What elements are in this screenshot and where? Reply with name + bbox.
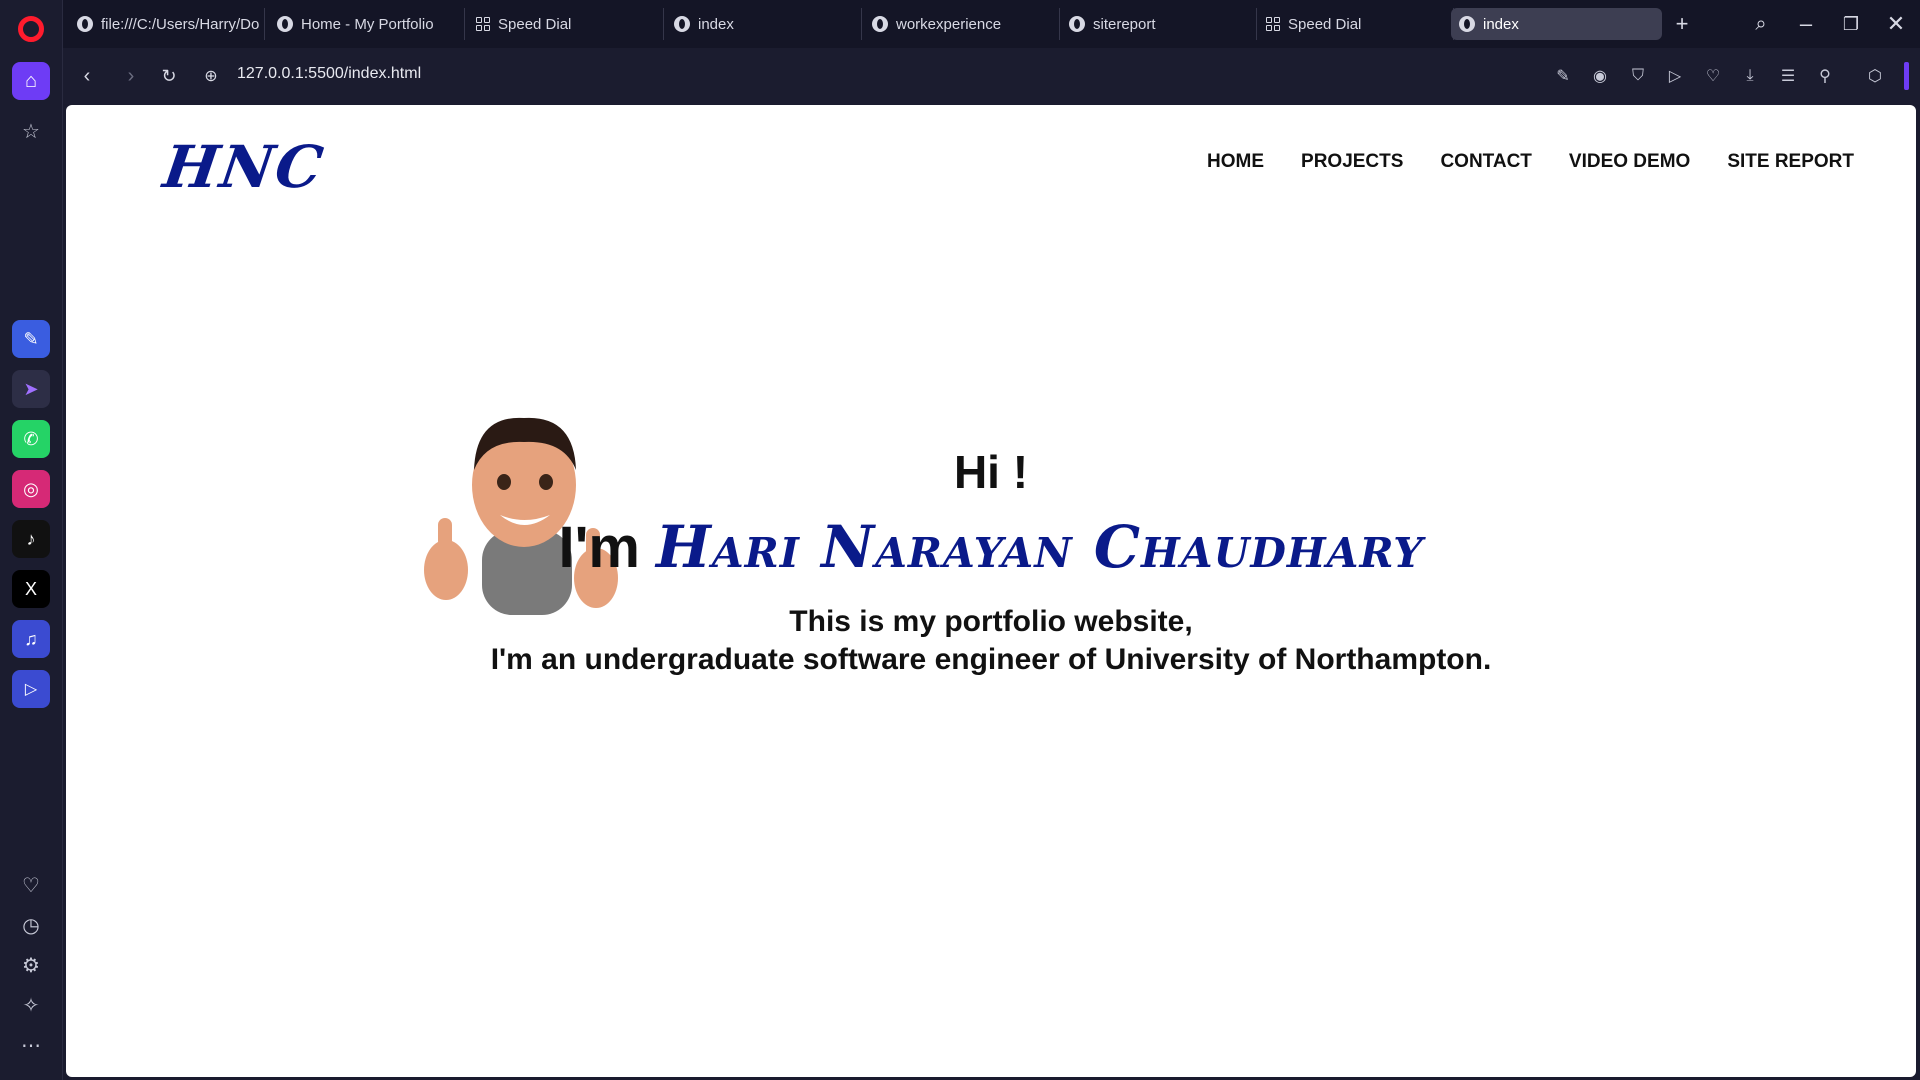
close-icon[interactable]: ✕: [1881, 10, 1911, 38]
tab-speed-dial[interactable]: Speed Dial: [468, 8, 664, 40]
intro-heading: I'm Hari Narayan Chaudhary: [66, 513, 1916, 581]
music-player-icon[interactable]: ♫: [12, 620, 50, 658]
tab-sitereport[interactable]: sitereport: [1061, 8, 1257, 40]
history-icon[interactable]: ◷: [12, 906, 50, 944]
globe-icon: [77, 16, 93, 32]
url-field[interactable]: 127.0.0.1:5500/index.html: [237, 65, 421, 83]
tab-label: sitereport: [1093, 15, 1156, 33]
description-line-1: This is my portfolio website,: [789, 605, 1193, 638]
site-logo[interactable]: HNC: [159, 133, 329, 201]
sidebar-toggle[interactable]: [1904, 62, 1909, 90]
tab-index-active[interactable]: index: [1451, 8, 1662, 40]
tab-label: Home - My Portfolio: [301, 15, 434, 33]
nav-contact[interactable]: CONTACT: [1440, 151, 1531, 173]
greeting-heading: Hi !: [953, 446, 1029, 498]
x-twitter-icon[interactable]: X: [12, 570, 50, 608]
camera-icon[interactable]: ◉: [1588, 64, 1612, 88]
download-icon[interactable]: ⤓: [1738, 64, 1762, 88]
profile-icon[interactable]: ⚲: [1813, 64, 1837, 88]
hero-section: Hi ! I'm Hari Narayan Chaudhary This is …: [66, 445, 1916, 679]
owner-name: Hari Narayan Chaudhary: [656, 513, 1424, 581]
instagram-icon[interactable]: ◎: [12, 470, 50, 508]
tab-label: index: [698, 15, 734, 33]
globe-icon: [872, 16, 888, 32]
easy-setup-icon[interactable]: ☰: [1776, 64, 1800, 88]
aria-app-icon[interactable]: ✎: [12, 320, 50, 358]
globe-icon: [277, 16, 293, 32]
description-line-2: I'm an undergraduate software engineer o…: [490, 643, 1492, 676]
page-viewport: HNC HOME PROJECTS CONTACT VIDEO DEMO SIT…: [66, 105, 1916, 1077]
lightbulb-icon[interactable]: ✧: [12, 986, 50, 1024]
nav-site-report[interactable]: SITE REPORT: [1727, 151, 1854, 173]
nav-video-demo[interactable]: VIDEO DEMO: [1569, 151, 1690, 173]
tab-label: file:///C:/Users/Harry/Do: [101, 15, 260, 33]
nav-projects[interactable]: PROJECTS: [1301, 151, 1403, 173]
tab-bar: file:///C:/Users/Harry/Do Home - My Port…: [63, 0, 1920, 48]
globe-icon: [1459, 16, 1475, 32]
more-icon[interactable]: ⋯: [12, 1026, 50, 1064]
globe-icon: [674, 16, 690, 32]
new-tab-icon[interactable]: +: [1667, 10, 1697, 38]
search-icon[interactable]: ⌕: [1746, 10, 1776, 38]
address-bar: ‹ › ↻ ⊕ 127.0.0.1:5500/index.html ✎ ◉ ⛉ …: [63, 48, 1920, 104]
minimize-icon[interactable]: –: [1791, 10, 1821, 38]
play-icon[interactable]: ▷: [1663, 64, 1687, 88]
intro-prefix: I'm: [558, 515, 657, 580]
site-info-icon[interactable]: ⊕: [197, 62, 225, 90]
tiktok-icon[interactable]: ♪: [12, 520, 50, 558]
tab-label: workexperience: [896, 15, 1002, 33]
tab-home-portfolio[interactable]: Home - My Portfolio: [269, 8, 465, 40]
site-nav: HOME PROJECTS CONTACT VIDEO DEMO SITE RE…: [1207, 151, 1854, 173]
globe-icon: [1069, 16, 1085, 32]
intro-description: This is my portfolio website, I'm an und…: [66, 603, 1916, 679]
tab-speed-dial-2[interactable]: Speed Dial: [1258, 8, 1454, 40]
settings-icon[interactable]: ⚙: [12, 946, 50, 984]
tab-label: Speed Dial: [1288, 15, 1362, 33]
browser-sidebar: ⌂ ☆ ✎ ➤ ✆ ◎ ♪ X ♫ ▷ ♡ ◷ ⚙ ✧ ⋯: [0, 0, 63, 1080]
tab-label: index: [1483, 15, 1519, 33]
snap-edit-icon[interactable]: ✎: [1551, 64, 1575, 88]
extensions-icon[interactable]: ⬡: [1863, 64, 1887, 88]
speed-dial-icon: [476, 17, 490, 31]
back-icon[interactable]: ‹: [73, 62, 101, 90]
whatsapp-icon[interactable]: ✆: [12, 420, 50, 458]
restore-icon[interactable]: ❐: [1836, 10, 1866, 38]
shield-icon[interactable]: ⛉: [1626, 64, 1650, 88]
speed-dial-icon: [1266, 17, 1280, 31]
star-icon[interactable]: ☆: [12, 112, 50, 150]
heart-icon[interactable]: ♡: [1701, 64, 1725, 88]
tab-workexperience[interactable]: workexperience: [864, 8, 1060, 40]
reload-icon[interactable]: ↻: [155, 62, 183, 90]
opera-logo-icon[interactable]: [18, 16, 44, 42]
nav-home[interactable]: HOME: [1207, 151, 1264, 173]
player-icon[interactable]: ▷: [12, 670, 50, 708]
tab-index[interactable]: index: [666, 8, 862, 40]
forward-icon[interactable]: ›: [117, 62, 145, 90]
tab-label: Speed Dial: [498, 15, 572, 33]
messenger-icon[interactable]: ➤: [12, 370, 50, 408]
tab-file[interactable]: file:///C:/Users/Harry/Do: [69, 8, 265, 40]
home-icon[interactable]: ⌂: [12, 62, 50, 100]
heart-icon[interactable]: ♡: [12, 866, 50, 904]
